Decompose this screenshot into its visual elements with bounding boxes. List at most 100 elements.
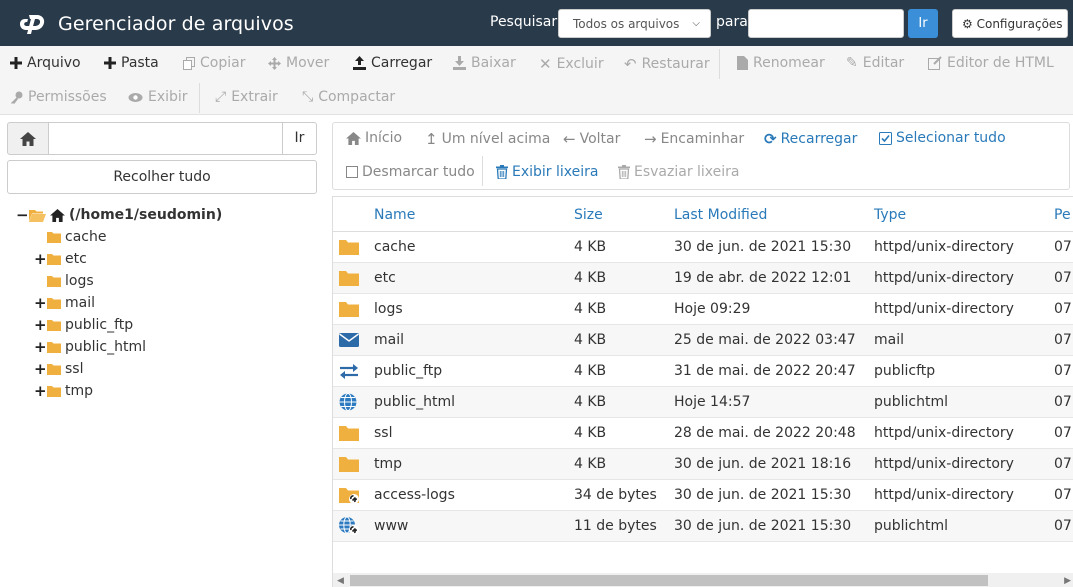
table-row[interactable]: etc 4 KB 19 de abr. de 2022 12:01 httpd/… bbox=[333, 263, 1073, 294]
table-row[interactable]: public_html 4 KB Hoje 14:57 publichtml 0… bbox=[333, 387, 1073, 418]
empty-trash-button[interactable]: Esvaziar lixeira bbox=[618, 164, 740, 180]
arrow-right-icon: → bbox=[644, 130, 657, 148]
folder-icon bbox=[339, 302, 359, 317]
file-size: 4 KB bbox=[574, 301, 607, 317]
tree-item-label: ssl bbox=[65, 361, 84, 377]
download-button[interactable]: Baixar bbox=[453, 55, 516, 71]
column-header-size[interactable]: Size bbox=[574, 207, 603, 223]
file-modified: 30 de jun. de 2021 15:30 bbox=[674, 487, 852, 503]
search-scope-select[interactable]: Todos os arquivos ⌵ bbox=[558, 9, 711, 38]
expand-toggle-icon[interactable]: + bbox=[34, 382, 47, 400]
file-permissions: 07 bbox=[1054, 363, 1072, 379]
search-input[interactable] bbox=[748, 9, 904, 38]
restore-button[interactable]: ↶ Restaurar bbox=[624, 55, 710, 73]
file-type: publichtml bbox=[874, 394, 949, 410]
path-input[interactable] bbox=[48, 122, 283, 155]
table-header: Name Size Last Modified Type Pe bbox=[333, 197, 1073, 232]
new-folder-button[interactable]: Pasta bbox=[104, 55, 159, 71]
nav-up-button[interactable]: ↥ Um nível acima bbox=[425, 130, 550, 148]
view-trash-button[interactable]: Exibir lixeira bbox=[496, 164, 598, 180]
column-header-type[interactable]: Type bbox=[874, 207, 906, 223]
collapse-toggle-icon[interactable]: − bbox=[16, 206, 29, 224]
file-modified: 30 de jun. de 2021 18:16 bbox=[674, 456, 852, 472]
file-name: public_ftp bbox=[374, 363, 443, 379]
table-row[interactable]: mail 4 KB 25 de mai. de 2022 03:47 mail … bbox=[333, 325, 1073, 356]
move-button[interactable]: Mover bbox=[268, 55, 329, 71]
table-row[interactable]: cache 4 KB 30 de jun. de 2021 15:30 http… bbox=[333, 232, 1073, 263]
tree-item-tmp[interactable]: + tmp bbox=[34, 381, 93, 401]
tree-root[interactable]: − (/home1/seudomin) bbox=[16, 205, 222, 225]
file-size: 4 KB bbox=[574, 239, 607, 255]
tree-item-label: public_html bbox=[65, 339, 147, 355]
table-row[interactable]: ssl 4 KB 28 de mai. de 2022 20:48 httpd/… bbox=[333, 418, 1073, 449]
copy-button[interactable]: Copiar bbox=[183, 55, 245, 71]
new-folder-label: Pasta bbox=[121, 55, 159, 71]
new-file-button[interactable]: Arquivo bbox=[10, 55, 81, 71]
search-scope-value: Todos os arquivos bbox=[573, 17, 680, 31]
tree-item-cache[interactable]: cache bbox=[34, 227, 106, 247]
trash-icon bbox=[618, 165, 630, 179]
expand-toggle-icon[interactable]: + bbox=[34, 338, 47, 356]
file-type: publicftp bbox=[874, 363, 936, 379]
delete-button[interactable]: ✕ Excluir bbox=[539, 55, 604, 73]
tree-item-public-html[interactable]: + public_html bbox=[34, 337, 146, 357]
folder-icon bbox=[47, 364, 61, 375]
view-button[interactable]: Exibir bbox=[128, 89, 188, 105]
search-go-button[interactable]: Ir bbox=[908, 9, 938, 38]
rename-button[interactable]: Renomear bbox=[737, 55, 825, 71]
file-name: etc bbox=[374, 270, 396, 286]
nav-back-button[interactable]: ← Voltar bbox=[563, 130, 620, 148]
expand-toggle-icon[interactable]: + bbox=[34, 294, 47, 312]
expand-toggle-icon[interactable]: + bbox=[34, 250, 47, 268]
nav-home-button[interactable]: Início bbox=[346, 130, 402, 146]
table-row[interactable]: public_ftp 4 KB 31 de mai. de 2022 20:47… bbox=[333, 356, 1073, 387]
file-name: access-logs bbox=[374, 487, 455, 503]
trash-icon bbox=[496, 165, 508, 179]
tree-item-public-ftp[interactable]: + public_ftp bbox=[34, 315, 133, 335]
nav-reload-button[interactable]: ⟳ Recarregar bbox=[764, 130, 857, 148]
scroll-right-arrow-icon[interactable]: ▶ bbox=[1064, 576, 1071, 586]
compress-button[interactable]: ⤡ Compactar bbox=[302, 89, 395, 105]
expand-toggle-icon[interactable]: + bbox=[34, 360, 47, 378]
deselect-all-button[interactable]: Desmarcar tudo bbox=[346, 164, 475, 180]
home-button[interactable] bbox=[7, 122, 49, 155]
path-go-button[interactable]: Ir bbox=[282, 122, 317, 155]
extract-button[interactable]: ⤢ Extrair bbox=[215, 89, 278, 105]
folder-icon bbox=[47, 386, 61, 397]
table-row[interactable]: www 11 de bytes 30 de jun. de 2021 15:30… bbox=[333, 511, 1073, 542]
eye-icon bbox=[128, 92, 143, 102]
file-modified: 25 de mai. de 2022 03:47 bbox=[674, 332, 856, 348]
collapse-all-button[interactable]: Recolher tudo bbox=[7, 160, 317, 194]
download-label: Baixar bbox=[471, 55, 516, 71]
download-icon bbox=[453, 56, 466, 70]
tree-item-mail[interactable]: + mail bbox=[34, 293, 95, 313]
column-header-permissions[interactable]: Pe bbox=[1054, 207, 1071, 223]
settings-button[interactable]: ⚙ Configurações bbox=[952, 9, 1068, 38]
upload-button[interactable]: Carregar bbox=[353, 55, 432, 71]
edit-button[interactable]: ✎ Editar bbox=[846, 55, 904, 71]
column-header-modified[interactable]: Last Modified bbox=[674, 207, 767, 223]
arrow-left-icon: ← bbox=[563, 130, 576, 148]
file-size: 4 KB bbox=[574, 425, 607, 441]
tree-item-ssl[interactable]: + ssl bbox=[34, 359, 83, 379]
folder-icon bbox=[47, 298, 61, 309]
file-modified: 30 de jun. de 2021 15:30 bbox=[674, 239, 852, 255]
file-permissions: 07 bbox=[1054, 456, 1072, 472]
table-row[interactable]: logs 4 KB Hoje 09:29 httpd/unix-director… bbox=[333, 294, 1073, 325]
scrollbar-thumb[interactable] bbox=[350, 575, 988, 586]
tree-item-etc[interactable]: + etc bbox=[34, 249, 87, 269]
permissions-button[interactable]: Permissões bbox=[10, 89, 107, 105]
column-header-name[interactable]: Name bbox=[374, 207, 415, 223]
tree-item-logs[interactable]: logs bbox=[34, 271, 94, 291]
upload-label: Carregar bbox=[371, 55, 433, 71]
table-row[interactable]: access-logs 34 de bytes 30 de jun. de 20… bbox=[333, 480, 1073, 511]
table-row[interactable]: tmp 4 KB 30 de jun. de 2021 18:16 httpd/… bbox=[333, 449, 1073, 480]
select-all-button[interactable]: Selecionar tudo bbox=[879, 130, 1006, 146]
globe-link-icon bbox=[339, 516, 359, 535]
file-type: httpd/unix-directory bbox=[874, 301, 1014, 317]
nav-forward-button[interactable]: → Encaminhar bbox=[644, 130, 744, 148]
horizontal-scrollbar[interactable]: ◀ ▶ bbox=[333, 573, 1073, 587]
html-editor-button[interactable]: Editor de HTML bbox=[928, 55, 1054, 71]
scroll-left-arrow-icon[interactable]: ◀ bbox=[337, 576, 344, 586]
expand-toggle-icon[interactable]: + bbox=[34, 316, 47, 334]
